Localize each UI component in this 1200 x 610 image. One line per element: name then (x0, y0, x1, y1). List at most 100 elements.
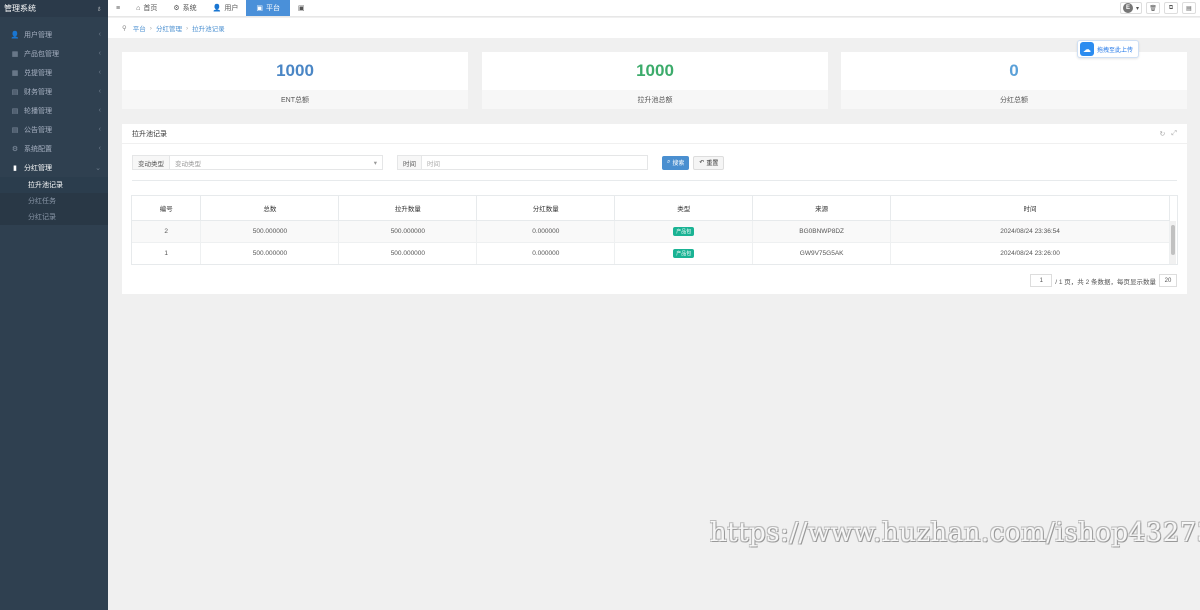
cell-total: 500.000000 (200, 242, 340, 264)
sidebar-subitem-bonus-task[interactable]: 分红任务 (0, 193, 108, 209)
cell-id: 2 (132, 220, 202, 243)
cell-source: BG0BNWP8DZ (752, 220, 892, 243)
cell-source: GW9V75G5AK (752, 242, 892, 264)
cell-time: 2024/08/24 23:36:54 (890, 220, 1170, 243)
raise-pool-panel: 拉升池记录 ↻ ⤢ 变动类型 变动类型 ▾ 时间 时间 ⌕ 搜索 ↶ 重置 编号… (122, 124, 1187, 294)
stat-value: 1000 (276, 61, 314, 80)
panel-header: 拉升池记录 ↻ ⤢ (122, 124, 1187, 144)
tab-label: 首页 (143, 5, 158, 12)
table-row[interactable]: 2 500.000000 500.000000 0.000000 产品包 BG0… (132, 220, 1170, 243)
caret-down-icon: ▾ (373, 159, 377, 167)
cell-raise: 500.000000 (338, 220, 478, 243)
chevron-left-icon: ‹ (98, 107, 101, 114)
sidebar-item-label: 财务管理 (24, 88, 52, 96)
breadcrumb-separator: › (185, 24, 189, 32)
home-icon: ⌂ (136, 4, 141, 12)
table-row[interactable]: 1 500.000000 500.000000 0.000000 产品包 GW9… (132, 242, 1170, 264)
page-input[interactable]: 1 (1030, 274, 1053, 287)
col-total[interactable]: 总数 (200, 196, 340, 221)
news-icon[interactable]: ▤ (1182, 2, 1196, 14)
chevron-down-icon: ⌄ (95, 164, 101, 172)
sidebar-item-label: 用户管理 (24, 31, 52, 39)
sidebar-subitem-raise-pool[interactable]: 拉升池记录 (0, 177, 108, 193)
sidebar-item-bonus[interactable]: ▮ 分红管理 ⌄ (0, 158, 108, 177)
col-id[interactable]: 编号 (132, 196, 202, 221)
gear-icon: ⚙ (173, 5, 180, 12)
col-raise[interactable]: 拉升数量 (338, 196, 478, 221)
account-menu-button[interactable]: E ▾ (1119, 2, 1142, 14)
type-select-placeholder: 变动类型 (175, 160, 201, 168)
stat-card-bonus: 0 分红总额 (841, 52, 1187, 109)
stat-label: 分红总额 (841, 90, 1187, 109)
breadcrumb-separator: › (149, 24, 152, 32)
list-icon: ▤ (11, 107, 19, 115)
type-filter-label: 变动类型 (132, 155, 170, 170)
records-table: 编号 总数 拉升数量 分红数量 类型 来源 时间 2 500.000000 50… (132, 196, 1170, 264)
cell-id: 1 (132, 242, 202, 264)
page-size-input[interactable]: 20 (1159, 274, 1177, 287)
chevron-left-icon: ‹ (98, 145, 101, 152)
bookmark-icon: ▮ (13, 164, 17, 172)
external-link-icon[interactable]: ⧉ (1164, 2, 1178, 14)
search-button[interactable]: ⌕ 搜索 (662, 155, 690, 170)
sidebar-item-users[interactable]: 👤 用户管理 ‹ (0, 25, 108, 44)
gear-icon: ⚙ (11, 145, 19, 153)
time-filter-label: 时间 (397, 155, 422, 170)
sidebar: 管理系统 ♁ 👤 用户管理 ‹ ▦ 产品包管理 ‹ ▦ 兑提管理 ‹ ▤ 财务管… (0, 0, 108, 610)
tab-label: 平台 (265, 5, 280, 12)
location-pin-icon: ⚲ (122, 25, 127, 32)
sidebar-item-label: 兑提管理 (24, 69, 52, 77)
refresh-icon[interactable]: ↻ (1160, 130, 1166, 138)
watermark-url: https://www.huzhan.com/ishop43273 (710, 518, 1200, 548)
sidebar-item-withdraw[interactable]: ▦ 兑提管理 ‹ (0, 63, 108, 82)
reset-button[interactable]: ↶ 重置 (693, 155, 725, 170)
cell-bonus: 0.000000 (476, 220, 616, 243)
cell-type: 产品包 (614, 242, 754, 264)
qrcode-icon[interactable]: ▣ (290, 0, 313, 16)
scrollbar-thumb[interactable] (1171, 225, 1175, 255)
chevron-left-icon: ‹ (98, 50, 101, 57)
sidebar-menu: 👤 用户管理 ‹ ▦ 产品包管理 ‹ ▦ 兑提管理 ‹ ▤ 财务管理 ‹ ▤ 轮… (0, 17, 108, 177)
sidebar-item-packages[interactable]: ▦ 产品包管理 ‹ (0, 44, 108, 63)
breadcrumb-item[interactable]: 平台 (133, 23, 146, 33)
cell-raise: 500.000000 (338, 242, 478, 264)
drag-upload-badge[interactable]: ☁ 拖拽至此上传 (1077, 40, 1139, 58)
filter-bar: 变动类型 变动类型 ▾ 时间 时间 ⌕ 搜索 ↶ 重置 (132, 155, 725, 170)
col-time[interactable]: 时间 (890, 196, 1170, 221)
col-source[interactable]: 来源 (752, 196, 892, 221)
breadcrumb-item[interactable]: 拉升池记录 (192, 23, 225, 33)
tab-system[interactable]: ⚙ 系统 (165, 0, 204, 16)
time-input[interactable]: 时间 (422, 155, 648, 170)
trash-icon[interactable]: 🗑 (1146, 2, 1160, 14)
grid-icon: ▦ (11, 50, 19, 58)
type-select[interactable]: 变动类型 ▾ (170, 155, 383, 170)
table-scrollbar[interactable] (1170, 221, 1176, 264)
tab-label: 系统 (182, 5, 197, 12)
sidebar-subitem-bonus-record[interactable]: 分红记录 (0, 209, 108, 225)
table-icon: ▤ (11, 88, 19, 96)
tab-platform[interactable]: ▣ 平台 (246, 0, 290, 16)
fullscreen-icon[interactable]: ⤢ (1171, 130, 1177, 138)
tab-user[interactable]: 👤 用户 (205, 0, 247, 16)
search-button-label: 搜索 (672, 161, 685, 167)
breadcrumb-item[interactable]: 分红管理 (156, 23, 182, 33)
col-type[interactable]: 类型 (614, 196, 754, 221)
chevron-left-icon: ‹ (98, 126, 101, 133)
sidebar-item-carousel[interactable]: ▤ 轮播管理 ‹ (0, 101, 108, 120)
chevron-left-icon: ‹ (98, 69, 101, 76)
undo-icon: ↶ (699, 160, 705, 166)
top-nav: ≡ ⌂ 首页 ⚙ 系统 👤 用户 ▣ 平台 ▣ E ▾ 🗑 ⧉ ▤ (108, 0, 1200, 17)
drop-icon[interactable]: ♁ (96, 4, 102, 13)
avatar: E (1122, 3, 1133, 13)
stat-card-raise-pool: 1000 拉升池总额 (482, 52, 828, 109)
panel-title: 拉升池记录 (132, 130, 167, 138)
panel-tools: ↻ ⤢ (1160, 130, 1177, 138)
tab-home[interactable]: ⌂ 首页 (128, 0, 165, 16)
sidebar-item-label: 产品包管理 (24, 50, 59, 58)
menu-toggle-icon[interactable]: ≡ (108, 0, 128, 16)
sidebar-item-notices[interactable]: ▤ 公告管理 ‹ (0, 120, 108, 139)
sidebar-item-config[interactable]: ⚙ 系统配置 ‹ (0, 139, 108, 158)
col-bonus[interactable]: 分红数量 (476, 196, 616, 221)
app-title: 管理系统 (4, 4, 36, 13)
sidebar-item-finance[interactable]: ▤ 财务管理 ‹ (0, 82, 108, 101)
